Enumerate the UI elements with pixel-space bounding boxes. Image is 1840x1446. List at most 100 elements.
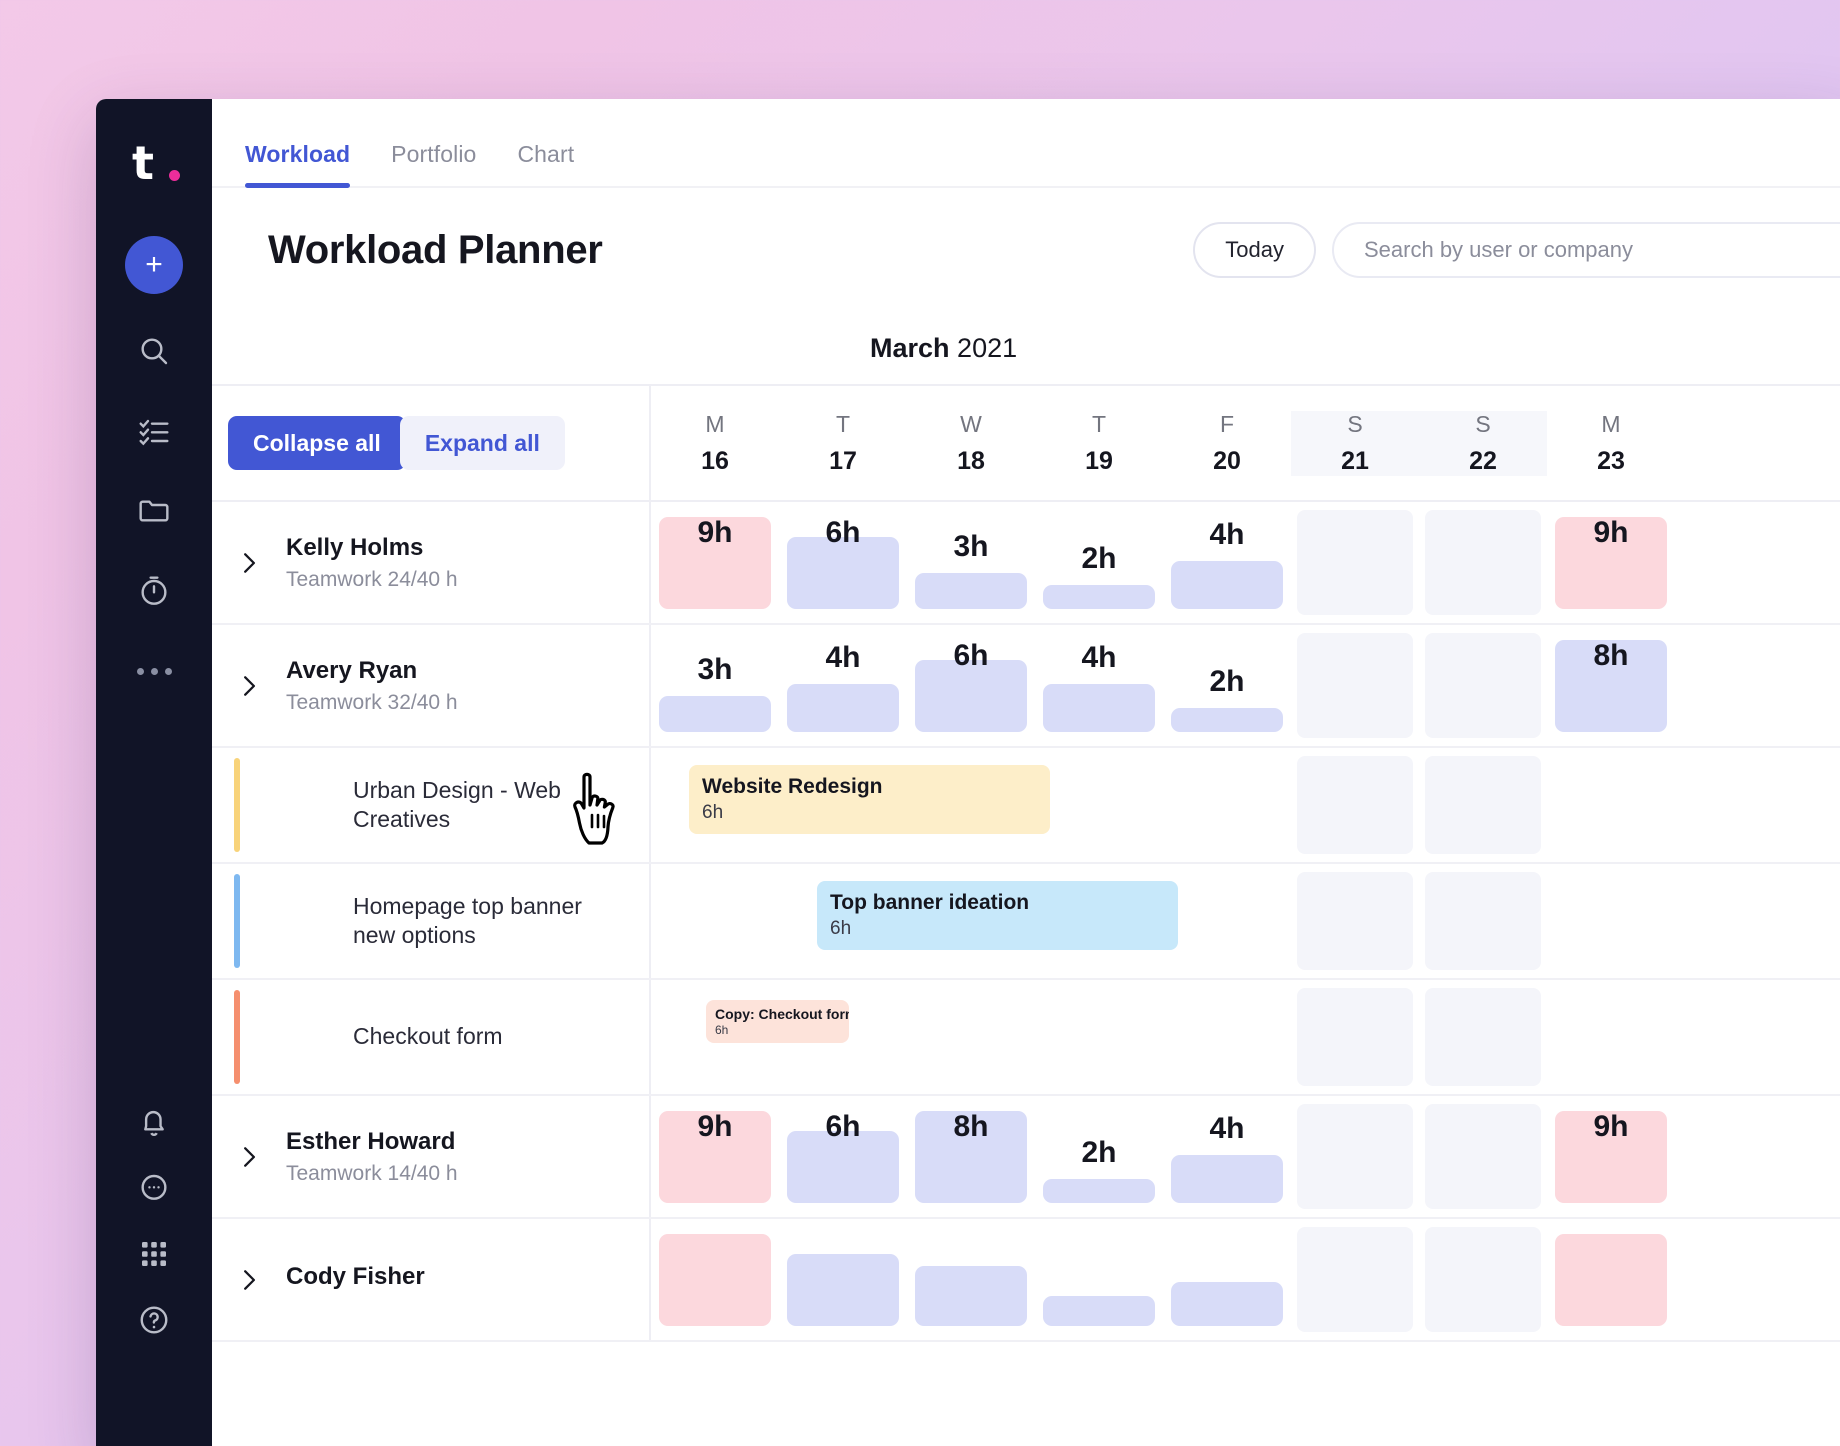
task-row[interactable]: Urban Design - Web Creatives Website Rede… — [212, 748, 1840, 864]
timeline-cell[interactable] — [1419, 864, 1547, 978]
day-header-21[interactable]: S 21 — [1291, 410, 1419, 476]
user-row[interactable]: Esther Howard Teamwork 14/40 h 9h 6h 8h 2h 4h 9… — [212, 1096, 1840, 1219]
timeline-cell[interactable] — [1547, 1219, 1675, 1340]
timeline-cell[interactable]: 9h — [651, 1096, 779, 1217]
search-input[interactable] — [1364, 237, 1840, 263]
help-icon[interactable] — [131, 1297, 177, 1343]
expand-chevron-icon[interactable] — [212, 1142, 286, 1172]
timeline-cell[interactable] — [1419, 980, 1547, 1094]
timeline-cell[interactable] — [1419, 625, 1547, 746]
timeline-cell[interactable]: 4h — [1035, 625, 1163, 746]
timeline-cell[interactable] — [1291, 980, 1419, 1094]
apps-icon[interactable] — [131, 1231, 177, 1277]
day-header-19[interactable]: T 19 — [1035, 411, 1163, 476]
timeline-cell[interactable]: 8h — [907, 1096, 1035, 1217]
timeline-cell[interactable] — [651, 1219, 779, 1340]
timeline-cell[interactable] — [1035, 1219, 1163, 1340]
user-row[interactable]: Cody Fisher — [212, 1219, 1840, 1342]
search-box[interactable] — [1332, 222, 1840, 278]
day-header-16[interactable]: M 16 — [651, 411, 779, 476]
timeline-cell[interactable] — [1547, 748, 1675, 862]
chat-icon[interactable] — [131, 1165, 177, 1211]
timeline-cell[interactable] — [1419, 1096, 1547, 1217]
timeline-cell[interactable]: 3h — [651, 625, 779, 746]
workload-hours: 3h — [953, 530, 989, 563]
timeline-cell[interactable] — [1291, 1096, 1419, 1217]
timeline-cell[interactable]: 2h — [1035, 502, 1163, 623]
user-row[interactable]: Avery Ryan Teamwork 32/40 h 3h 4h 6h 4h 2h 8h — [212, 625, 1840, 748]
timeline-cell[interactable] — [1163, 980, 1291, 1094]
task-row[interactable]: Homepage top banner new options Top banne… — [212, 864, 1840, 980]
timeline-cell[interactable]: 8h — [1547, 625, 1675, 746]
timeline-cell[interactable]: 6h — [779, 1096, 907, 1217]
timeline-cell[interactable] — [1547, 980, 1675, 1094]
collapse-all-button[interactable]: Collapse all — [228, 416, 406, 470]
timeline-cell[interactable] — [1291, 748, 1419, 862]
timeline-cell[interactable] — [1419, 502, 1547, 623]
more-icon[interactable] — [131, 648, 177, 694]
workload-bar[interactable] — [1043, 1296, 1155, 1326]
tab-chart[interactable]: Chart — [517, 141, 574, 186]
timeline-cell[interactable] — [1419, 1219, 1547, 1340]
timeline-cell[interactable]: 4h — [1163, 1096, 1291, 1217]
workload-bar[interactable] — [915, 1266, 1027, 1326]
timeline-cell[interactable] — [1291, 625, 1419, 746]
add-button[interactable]: + — [125, 236, 183, 294]
workload-bar[interactable] — [659, 1234, 771, 1326]
expand-chevron-icon[interactable] — [212, 671, 286, 701]
day-header-17[interactable]: T 17 — [779, 411, 907, 476]
timeline-cell[interactable] — [1291, 1219, 1419, 1340]
day-header-23[interactable]: M 23 — [1547, 411, 1675, 476]
timeline-cell[interactable]: 9h — [1547, 1096, 1675, 1217]
timeline-cell[interactable] — [1035, 980, 1163, 1094]
timeline-cell[interactable] — [1035, 748, 1163, 862]
task-chip[interactable]: Top banner ideation 6h — [817, 881, 1178, 951]
checklist-icon[interactable] — [131, 408, 177, 454]
timeline-cell[interactable] — [1291, 864, 1419, 978]
today-button[interactable]: Today — [1193, 222, 1316, 278]
timeline-cell[interactable]: 9h — [651, 502, 779, 623]
search-icon[interactable] — [131, 328, 177, 374]
timeline-cell[interactable]: 6h — [779, 502, 907, 623]
timeline-cell[interactable] — [907, 1219, 1035, 1340]
timeline-cell[interactable] — [651, 864, 779, 978]
timeline-cell[interactable] — [907, 980, 1035, 1094]
timeline-cell[interactable]: 4h — [779, 625, 907, 746]
tab-portfolio[interactable]: Portfolio — [391, 141, 476, 186]
timeline-cell[interactable]: 2h — [1163, 625, 1291, 746]
day-header-22[interactable]: S 22 — [1419, 410, 1547, 476]
timeline-cell[interactable] — [1163, 1219, 1291, 1340]
user-capacity: Teamwork 24/40 h — [286, 567, 458, 591]
day-header-18[interactable]: W 18 — [907, 411, 1035, 476]
task-chip[interactable]: Website Redesign 6h — [689, 765, 1050, 835]
timeline-cell[interactable]: 6h — [907, 625, 1035, 746]
timeline-cell[interactable] — [1419, 748, 1547, 862]
workload-bar[interactable] — [787, 1254, 899, 1326]
plus-icon: + — [145, 248, 163, 281]
timeline-cell[interactable] — [1163, 748, 1291, 862]
task-row[interactable]: Checkout form Copy: Checkout form 6h — [212, 980, 1840, 1096]
weekend-placeholder — [1425, 633, 1541, 738]
expand-chevron-icon[interactable] — [212, 1265, 286, 1295]
timeline-cell[interactable] — [1163, 864, 1291, 978]
folder-icon[interactable] — [131, 488, 177, 534]
tab-workload[interactable]: Workload — [245, 141, 351, 188]
timeline-cell[interactable] — [1291, 502, 1419, 623]
timeline-cell[interactable] — [1547, 864, 1675, 978]
timeline-cell[interactable]: 9h — [1547, 502, 1675, 623]
timeline-cell[interactable]: 2h — [1035, 1096, 1163, 1217]
timeline-cell[interactable] — [779, 1219, 907, 1340]
task-chip[interactable]: Copy: Checkout form 6h — [706, 1000, 849, 1044]
day-header-20[interactable]: F 20 — [1163, 411, 1291, 476]
timeline-cell[interactable]: 3h — [907, 502, 1035, 623]
workload-bar[interactable] — [1555, 1234, 1667, 1326]
user-row[interactable]: Kelly Holms Teamwork 24/40 h 9h 6h 3h 2h 4h 9h — [212, 502, 1840, 625]
today-button-label: Today — [1225, 237, 1284, 262]
expand-all-button[interactable]: Expand all — [399, 416, 565, 470]
row-timeline: 9h 6h 3h 2h 4h 9h — [651, 502, 1840, 623]
bell-icon[interactable] — [131, 1099, 177, 1145]
expand-chevron-icon[interactable] — [212, 548, 286, 578]
timeline-cell[interactable]: 4h — [1163, 502, 1291, 623]
timer-icon[interactable] — [131, 568, 177, 614]
workload-bar[interactable] — [1171, 1282, 1283, 1326]
